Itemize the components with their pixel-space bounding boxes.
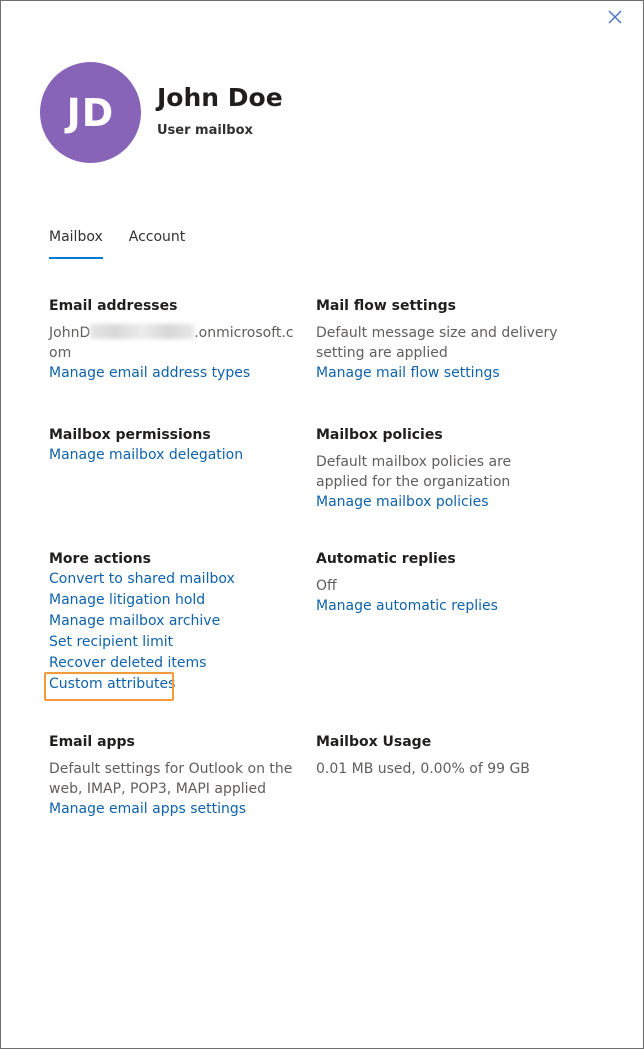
mail-flow-title: Mail flow settings xyxy=(316,298,456,314)
mailbox-permissions-title: Mailbox permissions xyxy=(49,427,211,443)
mailbox-policies-section: Mailbox policies Default mailbox policie… xyxy=(316,425,561,513)
mailbox-usage-section: Mailbox Usage 0.01 MB used, 0.00% of 99 … xyxy=(316,732,576,779)
avatar: JD xyxy=(40,62,141,163)
set-recipient-limit-link[interactable]: Set recipient limit xyxy=(49,632,299,653)
mailbox-usage-title: Mailbox Usage xyxy=(316,734,432,750)
manage-automatic-replies-link[interactable]: Manage automatic replies xyxy=(316,596,566,617)
mailbox-usage-value: 0.01 MB used, 0.00% of 99 GB xyxy=(316,761,530,777)
email-address-value: JohnD .onmicrosoft.com xyxy=(49,323,294,363)
mail-flow-section: Mail flow settings Default message size … xyxy=(316,296,566,384)
user-display-name: John Doe xyxy=(157,83,283,112)
manage-litigation-hold-link[interactable]: Manage litigation hold xyxy=(49,590,299,611)
more-actions-title: More actions xyxy=(49,551,151,567)
email-addresses-section: Email addresses JohnD .onmicrosoft.com Ma… xyxy=(49,296,294,384)
close-button[interactable] xyxy=(605,7,625,27)
mailbox-permissions-section: Mailbox permissions Manage mailbox deleg… xyxy=(49,425,299,466)
recover-deleted-items-link[interactable]: Recover deleted items xyxy=(49,653,299,674)
manage-mailbox-archive-link[interactable]: Manage mailbox archive xyxy=(49,611,299,632)
manage-mail-flow-settings-link[interactable]: Manage mail flow settings xyxy=(316,363,566,384)
automatic-replies-section: Automatic replies Off Manage automatic r… xyxy=(316,549,566,617)
mailbox-policies-title: Mailbox policies xyxy=(316,427,443,443)
email-apps-section: Email apps Default settings for Outlook … xyxy=(49,732,294,820)
tab-list: Mailbox Account xyxy=(49,227,211,261)
tab-mailbox[interactable]: Mailbox xyxy=(49,227,103,259)
email-addresses-title: Email addresses xyxy=(49,298,178,314)
tab-account[interactable]: Account xyxy=(129,227,186,259)
automatic-replies-title: Automatic replies xyxy=(316,551,456,567)
redacted-email-segment xyxy=(90,324,195,339)
user-details-panel: JD John Doe User mailbox Mailbox Account… xyxy=(0,0,644,1049)
custom-attributes-link[interactable]: Custom attributes xyxy=(49,674,299,695)
convert-to-shared-mailbox-link[interactable]: Convert to shared mailbox xyxy=(49,569,299,590)
mailbox-type-label: User mailbox xyxy=(157,123,253,138)
avatar-initials: JD xyxy=(66,90,115,135)
mailbox-policies-description: Default mailbox policies are applied for… xyxy=(316,454,512,490)
email-apps-title: Email apps xyxy=(49,734,135,750)
close-icon xyxy=(608,10,622,24)
more-actions-section: More actions Convert to shared mailbox M… xyxy=(49,549,299,695)
email-apps-description: Default settings for Outlook on the web,… xyxy=(49,761,293,797)
mail-flow-description: Default message size and delivery settin… xyxy=(316,325,558,361)
email-address-prefix: JohnD xyxy=(49,325,91,341)
manage-mailbox-policies-link[interactable]: Manage mailbox policies xyxy=(316,492,561,513)
manage-email-apps-settings-link[interactable]: Manage email apps settings xyxy=(49,799,294,820)
manage-email-address-types-link[interactable]: Manage email address types xyxy=(49,363,294,384)
manage-mailbox-delegation-link[interactable]: Manage mailbox delegation xyxy=(49,445,299,466)
automatic-replies-status: Off xyxy=(316,578,337,594)
